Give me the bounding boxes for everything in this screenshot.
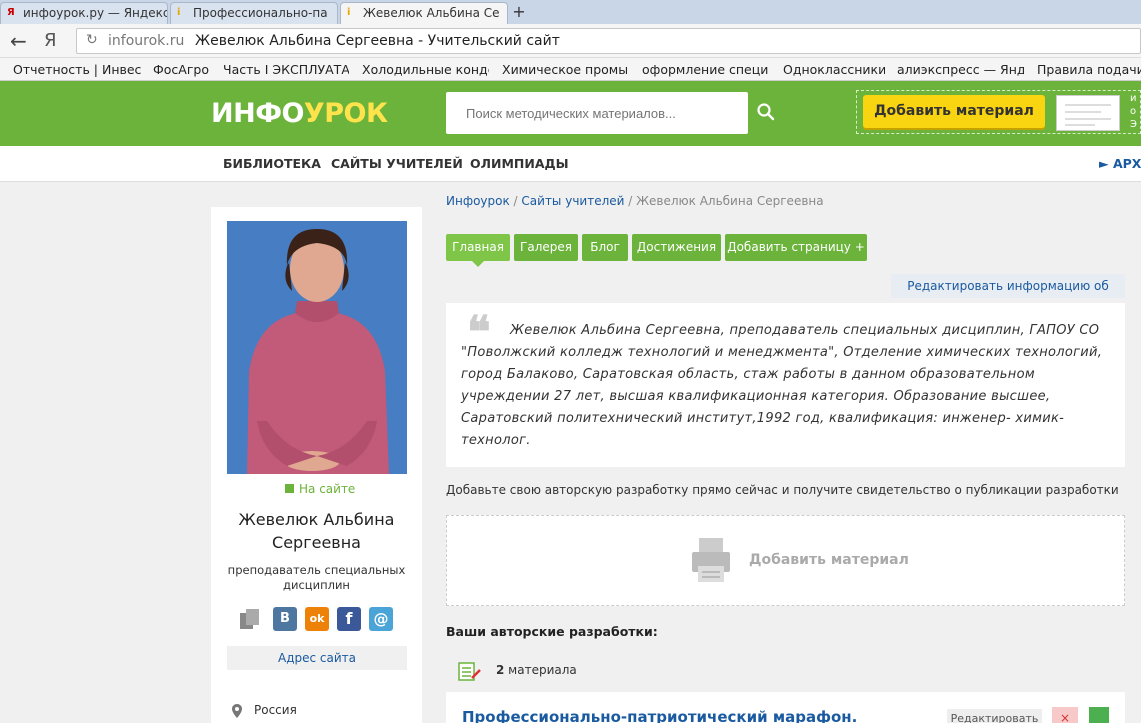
nav-teacher-sites[interactable]: САЙТЫ УЧИТЕЛЕЙ [331, 156, 463, 171]
back-arrow-icon[interactable]: ← [10, 30, 27, 52]
document-icon[interactable] [1089, 707, 1109, 723]
bookmark-item[interactable]: Химическое промы [502, 62, 629, 77]
infourok-favicon-icon: i [347, 7, 351, 18]
breadcrumb-separator: / [624, 194, 637, 208]
bookmark-item[interactable]: Холодильные конде [362, 62, 489, 77]
breadcrumb-home[interactable]: Инфоурок [446, 194, 510, 208]
url-host[interactable]: infourok.ru [108, 33, 184, 49]
materials-list-icon [458, 662, 481, 681]
bookmark-item[interactable]: Отчетность | Инвест [13, 62, 141, 77]
vk-icon[interactable]: B [273, 607, 297, 631]
browser-tab-marathon[interactable]: i Профессионально-па [170, 2, 338, 24]
tab-main[interactable]: Главная [446, 234, 510, 261]
active-tab-pointer [472, 261, 484, 267]
bookmark-item[interactable]: оформление специ [642, 62, 769, 77]
tab-achievements[interactable]: Достижения [632, 234, 721, 261]
main-nav [0, 146, 1141, 182]
breadcrumb: Инфоурок / Сайты учителей / Жевелюк Альб… [446, 194, 824, 208]
search-input[interactable] [446, 92, 748, 134]
breadcrumb-teacher-sites[interactable]: Сайты учителей [521, 194, 624, 208]
your-works-heading: Ваши авторские разработки: [446, 624, 658, 639]
browser-tab-label: инфоурок.ру — Яндекс [23, 6, 168, 20]
copy-icon[interactable] [238, 607, 264, 631]
profile-photo [227, 221, 407, 474]
add-invite-text: Добавьте свою авторскую разработку прямо… [446, 483, 1119, 497]
printer-icon [692, 538, 730, 582]
add-material-button[interactable]: Добавить материал [863, 95, 1045, 128]
location-pin-icon [232, 704, 242, 718]
profile-name: Жевелюк Альбина Сергеевна [238, 510, 395, 552]
online-status: На сайте [285, 482, 355, 496]
material-edit-button[interactable]: Редактировать [947, 709, 1042, 723]
nav-archive[interactable]: ► АРХ [1099, 156, 1141, 171]
breadcrumb-current: Жевелюк Альбина Сергеевна [636, 194, 824, 208]
material-title-link[interactable]: Профессионально-патриотический марафон. [462, 708, 857, 723]
url-page-title[interactable]: Жевелюк Альбина Сергеевна - Учительский … [195, 33, 560, 49]
header-side-text: и о Э [1130, 93, 1137, 130]
facebook-icon[interactable]: f [337, 607, 361, 631]
logo-text-urok: УРОК [303, 98, 388, 129]
profile-role: преподаватель специальных дисциплин [227, 563, 406, 592]
bookmark-item[interactable]: Правила подачи [1037, 62, 1141, 77]
odnoklassniki-icon[interactable]: ok [305, 607, 329, 631]
tab-blog[interactable]: Блог [582, 234, 628, 261]
bio-text: Жевелюк Альбина Сергеевна, преподаватель… [461, 323, 1103, 448]
bookmark-item[interactable]: Часть I ЭКСПЛУАТА [223, 62, 349, 77]
nav-library[interactable]: БИБЛИОТЕКА [223, 156, 321, 171]
bookmark-item[interactable]: алиэкспресс — Янд [897, 62, 1024, 77]
bookmark-item[interactable]: ФосАгро [153, 62, 213, 77]
online-indicator-icon [285, 484, 294, 493]
material-delete-button[interactable]: × [1052, 707, 1078, 723]
yandex-favicon-icon: Я [7, 7, 15, 18]
yandex-icon[interactable]: Я [44, 30, 57, 52]
infourok-favicon-icon: i [177, 7, 181, 18]
add-material-label[interactable]: Добавить материал [749, 552, 909, 568]
online-status-label: На сайте [299, 482, 356, 496]
tab-add-page[interactable]: Добавить страницу + [725, 234, 867, 261]
profile-country: Россия [254, 703, 297, 717]
materials-count: 2 материала [496, 663, 577, 677]
reload-icon[interactable]: ↻ [86, 32, 98, 48]
browser-tab-label: Жевелюк Альбина Се [363, 6, 500, 20]
edit-author-info-button[interactable]: Редактировать информацию об авторе [891, 274, 1125, 317]
breadcrumb-separator: / [509, 194, 522, 208]
logo-text-info: ИНФО [211, 98, 304, 129]
new-tab-button[interactable]: + [508, 3, 530, 21]
nav-olympiads[interactable]: ОЛИМПИАДЫ [470, 156, 569, 171]
certificate-thumbnail[interactable] [1056, 95, 1120, 131]
materials-count-word: материала [504, 663, 577, 677]
bookmark-item[interactable]: Одноклассники [783, 62, 885, 77]
infourok-logo[interactable]: ИНФОУРОК [211, 98, 388, 129]
browser-tab-yandex[interactable]: Я инфоурок.ру — Яндекс [0, 2, 168, 24]
portrait-illustration [227, 221, 407, 474]
tab-gallery[interactable]: Галерея [514, 234, 578, 261]
browser-tab-active[interactable]: i Жевелюк Альбина Се [340, 2, 508, 24]
browser-tab-label: Профессионально-па [193, 6, 328, 20]
search-icon[interactable] [754, 100, 778, 124]
site-address-link[interactable]: Адрес сайта [227, 646, 407, 670]
email-icon[interactable]: @ [369, 607, 393, 631]
